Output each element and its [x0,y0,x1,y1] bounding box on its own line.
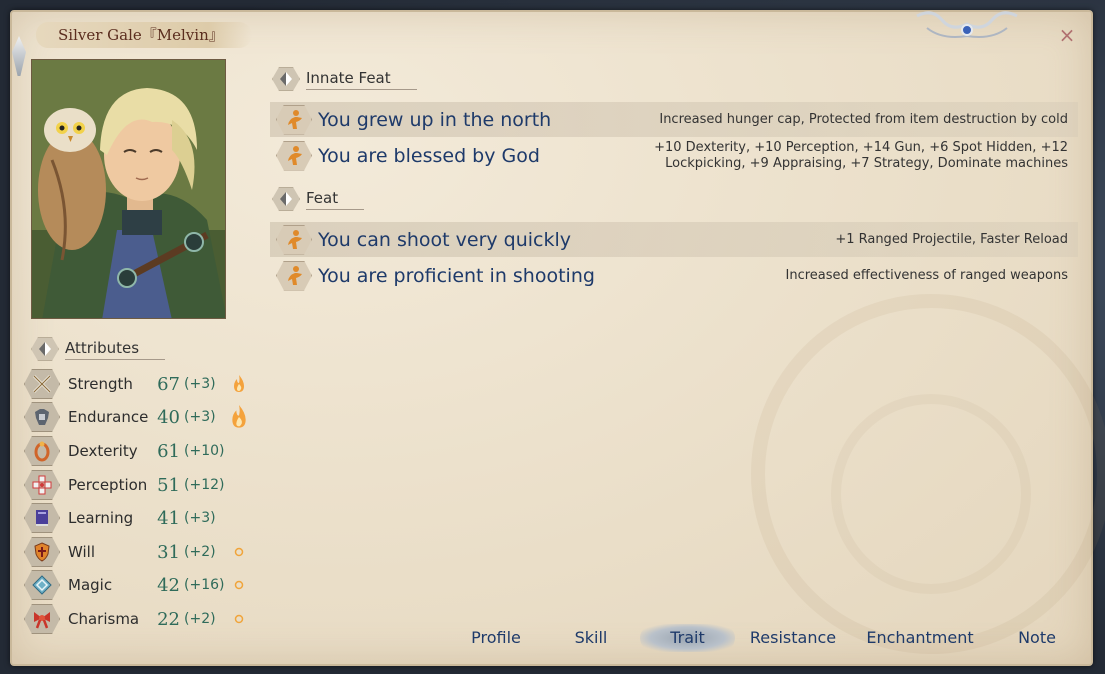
attributes-label: Attributes [65,339,166,360]
attribute-name: Magic [68,576,113,594]
attribute-value: 61 [157,440,180,462]
feat-description: Increased hunger cap, Protected from ite… [659,111,1068,127]
tab-trait[interactable]: Trait [640,624,735,652]
feat-name: You can shoot very quickly [318,228,572,251]
attribute-row-endurance[interactable]: Endurance 40 (+3) [24,401,254,433]
feat-label: Feat [306,189,365,210]
attribute-bonus: (+2) [184,544,216,560]
feat-header: Feat [272,187,365,211]
attribute-bonus: (+3) [184,376,216,392]
leaping-figure-icon [276,224,312,255]
attribute-value: 42 [157,574,180,596]
feat-row[interactable]: You are proficient in shooting Increased… [270,258,1078,293]
attribute-name: Endurance [68,408,149,426]
attribute-value: 67 [157,373,180,395]
attribute-name: Will [68,543,96,561]
attribute-bonus: (+2) [184,611,216,627]
attribute-row-dexterity[interactable]: Dexterity 61 (+10) [24,435,254,467]
feat-name: You are proficient in shooting [318,264,595,287]
character-name: Silver Gale『Melvin』 [58,26,224,44]
leaping-figure-icon [276,260,312,291]
leaping-figure-icon [276,104,312,135]
feat-row[interactable]: You can shoot very quickly +1 Ranged Pro… [270,222,1078,257]
innate-feat-label: Innate Feat [306,69,417,90]
attribute-name: Charisma [68,610,140,628]
attribute-row-perception[interactable]: Perception 51 (+12) [24,469,254,501]
innate-feat-header: Innate Feat [272,67,417,91]
shield-icon [24,537,60,567]
tab-skill[interactable]: Skill [555,624,627,652]
attribute-row-strength[interactable]: Strength 67 (+3) [24,368,254,400]
character-tab-bar: Profile Skill Trait Resistance Enchantme… [455,624,1075,652]
attribute-name: Dexterity [68,442,138,460]
attribute-bonus: (+3) [184,409,216,425]
attribute-value: 31 [157,541,180,563]
character-name-tab: Silver Gale『Melvin』 [36,22,252,48]
attribute-name: Perception [68,476,148,494]
tab-enchantment[interactable]: Enchantment [859,624,981,652]
attribute-row-learning[interactable]: Learning 41 (+3) [24,502,254,534]
attributes-header: Attributes [31,337,166,361]
section-marker-icon [31,337,59,361]
ring-icon [24,436,60,466]
flame-icon [228,372,250,396]
attribute-name: Learning [68,509,134,527]
attribute-row-will[interactable]: Will 31 (+2) [24,536,254,568]
attribute-name: Strength [68,375,133,393]
attribute-bonus: (+16) [184,577,225,593]
flame-icon [228,405,250,429]
attribute-row-magic[interactable]: Magic 42 (+16) [24,569,254,601]
leaping-figure-icon [276,140,312,171]
corner-ornament-icon [916,11,1018,38]
section-marker-icon [272,187,300,211]
attribute-value: 41 [157,507,180,529]
attribute-bonus: (+10) [184,443,225,459]
small-ember-icon [228,607,250,631]
cross-target-icon [24,470,60,500]
game-screen: Silver Gale『Melvin』 × Innate Feat You gr… [0,0,1105,674]
attribute-value: 51 [157,474,180,496]
tab-note[interactable]: Note [1003,624,1071,652]
attribute-bonus: (+3) [184,510,216,526]
ribbon-icon [24,604,60,634]
feat-name: You are blessed by God [318,144,540,167]
attribute-value: 40 [157,406,180,428]
attribute-row-charisma[interactable]: Charisma 22 (+2) [24,603,254,635]
innate-feat-row[interactable]: You grew up in the north Increased hunge… [270,102,1078,137]
small-ember-icon [228,573,250,597]
close-button[interactable]: × [1056,24,1078,46]
attribute-bonus: (+12) [184,477,225,493]
feat-description: +1 Ranged Projectile, Faster Reload [835,231,1068,247]
feat-description: Increased effectiveness of ranged weapon… [785,267,1068,283]
attribute-value: 22 [157,608,180,630]
character-portrait [31,59,226,319]
tab-profile[interactable]: Profile [455,624,537,652]
innate-feat-row[interactable]: You are blessed by God +10 Dexterity, +1… [270,138,1078,173]
background-emblem-inner [831,394,1031,594]
tab-resistance[interactable]: Resistance [747,624,839,652]
feat-description: +10 Dexterity, +10 Perception, +14 Gun, … [654,139,1068,171]
feat-name: You grew up in the north [318,108,552,131]
magic-rune-icon [24,570,60,600]
armor-icon [24,402,60,432]
crossed-swords-icon [24,369,60,399]
section-marker-icon [272,67,300,91]
small-ember-icon [228,540,250,564]
book-icon [24,503,60,533]
